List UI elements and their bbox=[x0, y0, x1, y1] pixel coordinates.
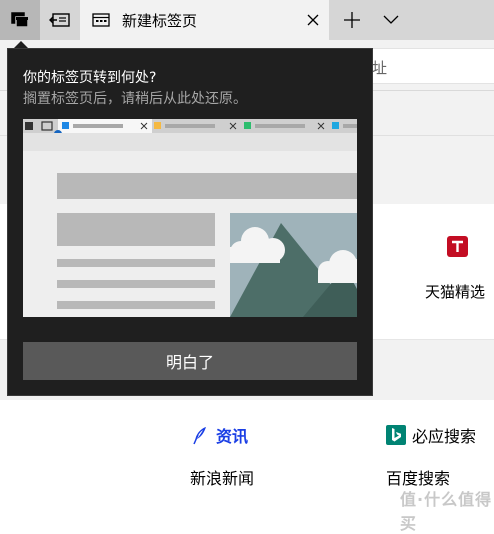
tabs-aside-icon bbox=[11, 12, 29, 28]
plus-icon bbox=[344, 12, 360, 28]
new-tab-page-icon bbox=[91, 10, 111, 30]
news-link-sina[interactable]: 新浪新闻 bbox=[190, 465, 254, 489]
tab-bar: 新建标签页 bbox=[0, 0, 494, 40]
tabs-aside-illustration bbox=[23, 119, 357, 317]
tabs-restore-button[interactable] bbox=[40, 0, 80, 40]
bing-icon bbox=[386, 425, 406, 445]
tab-new-tab[interactable]: 新建标签页 bbox=[80, 0, 329, 40]
tab-list-button[interactable] bbox=[371, 0, 411, 40]
new-tab-button[interactable] bbox=[332, 0, 372, 40]
news-feather-icon bbox=[190, 425, 210, 445]
teaching-tip-subtitle: 搁置标签页后，请稍后从此处还原。 bbox=[23, 91, 247, 107]
news-section-title: 资讯 bbox=[216, 427, 249, 446]
tab-title: 新建标签页 bbox=[122, 11, 198, 30]
close-tab-icon[interactable] bbox=[297, 0, 329, 40]
top-site-label-tmall[interactable]: 天猫精选 bbox=[425, 281, 485, 302]
tabs-restore-icon bbox=[49, 13, 70, 27]
got-it-button[interactable]: 明白了 bbox=[23, 342, 357, 380]
address-bar-placeholder: 址 bbox=[372, 59, 388, 77]
tabs-set-aside-button[interactable] bbox=[0, 0, 40, 40]
bing-section-title: 必应搜索 bbox=[412, 427, 477, 446]
teaching-tip: 你的标签页转到何处? 搁置标签页后，请稍后从此处还原。 明白了 bbox=[7, 48, 373, 396]
watermark-text: 值·什么值得买 bbox=[400, 490, 493, 533]
teaching-tip-title: 你的标签页转到何处? bbox=[23, 70, 157, 86]
news-section-header[interactable]: 资讯 bbox=[190, 423, 248, 447]
tmall-icon[interactable] bbox=[447, 236, 468, 257]
bing-section-header[interactable]: 必应搜索 bbox=[386, 423, 476, 447]
chevron-down-icon bbox=[383, 15, 399, 24]
